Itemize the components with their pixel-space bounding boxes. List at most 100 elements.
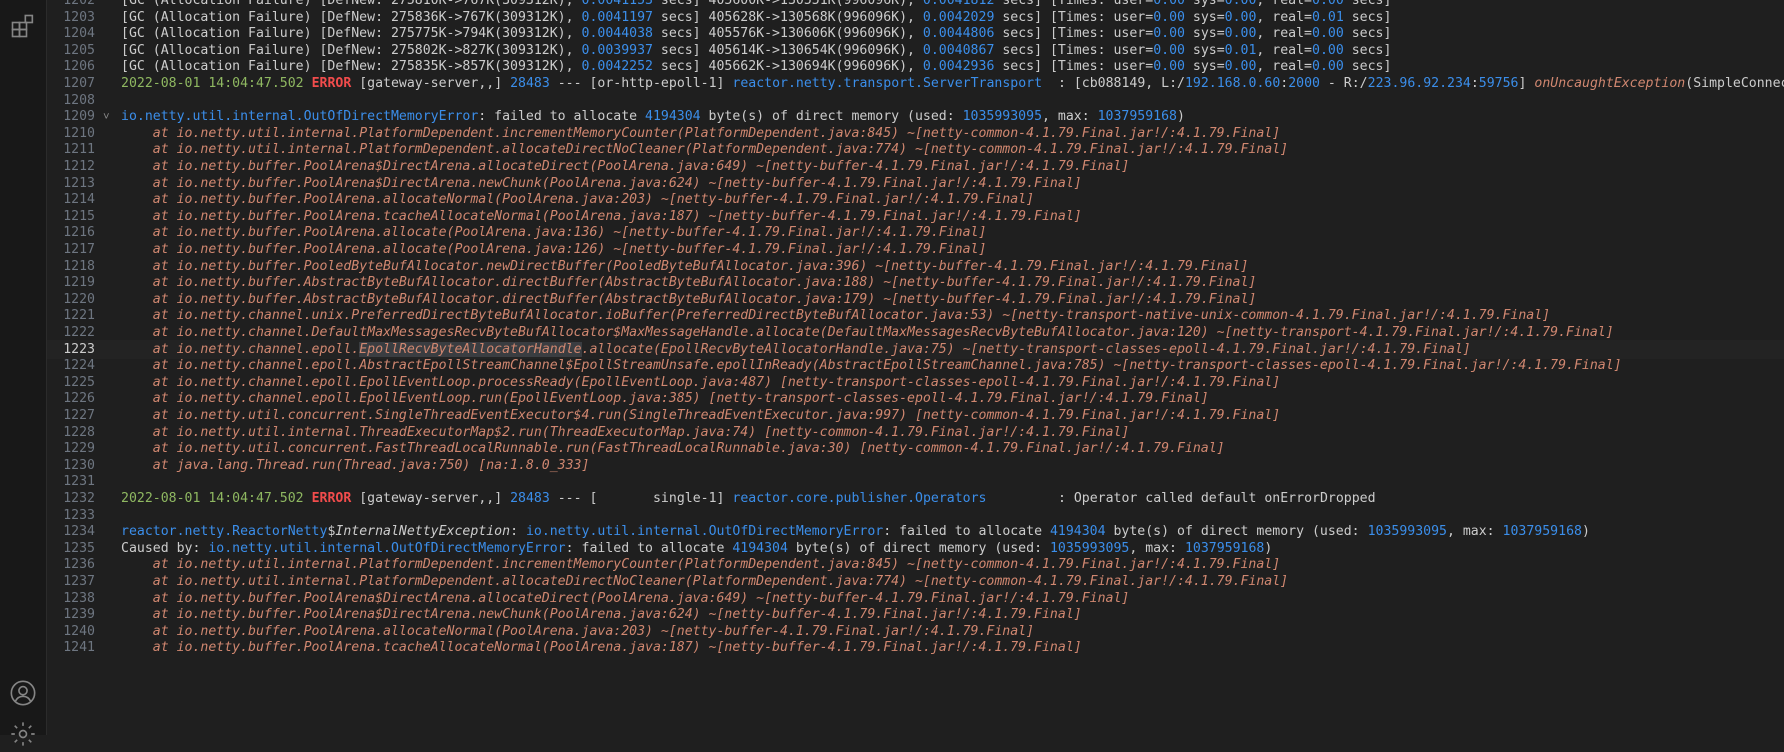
token: at io.netty.channel.epoll.EpollEventLoop… (152, 374, 1281, 390)
token: 0.00 (1224, 26, 1257, 42)
token: 4194304 (732, 540, 788, 556)
token: 2022-08-01 14:04:47.502 (121, 76, 304, 91)
token: 0.01 (1312, 9, 1344, 25)
token: 0.00 (1224, 59, 1257, 75)
token: ) (1581, 524, 1590, 540)
token: at io.netty.buffer.PoolArena$DirectArena… (152, 159, 1130, 174)
token: sys= (1184, 42, 1225, 58)
token: at io.netty.buffer.PoolArena.allocateNor… (152, 623, 1035, 639)
token: 0.00 (1153, 9, 1185, 25)
token: secs] [Times: user= (994, 9, 1154, 25)
token: 0.00 (1153, 26, 1185, 42)
token: 0.00 (1153, 42, 1185, 58)
editor-line[interactable]: 1241 at io.netty.buffer.PoolArena.tcache… (47, 638, 1784, 657)
extensions-icon[interactable] (9, 12, 37, 40)
line-number: 1241 (63, 640, 95, 656)
token: 0.01 (1224, 42, 1257, 58)
token: byte(s) of direct memory (used: (1105, 524, 1368, 540)
token: at io.netty.buffer.PoolArena$DirectArena… (152, 590, 1130, 606)
token: 0.0041197 (581, 9, 653, 25)
token: , max: (1446, 524, 1503, 540)
account-icon[interactable] (9, 679, 37, 707)
token: ) (1177, 109, 1185, 125)
token: 0.00 (1312, 59, 1344, 75)
token: secs] (1343, 26, 1392, 42)
token: at io.netty.buffer.PoolArena$DirectArena… (152, 607, 1082, 623)
token: reactor.netty.transport.ServerTransport (732, 76, 1043, 91)
log-editor[interactable]: 1202 [GC (Allocation Failure) [DefNew: 27… (47, 0, 1784, 735)
token: : Operator called default onErrorDropped (986, 491, 1376, 506)
token: secs] 405614K->130654K(996096K), (652, 42, 923, 58)
token: ] (1518, 76, 1535, 91)
token: : failed to allocate (565, 540, 733, 556)
token: 2000 (1288, 76, 1320, 91)
token: : [cb088149, L:/ (1042, 76, 1185, 91)
token: 1035993095 (962, 109, 1043, 125)
token: , max: (1129, 540, 1185, 556)
token: at io.netty.channel.unix.PreferredDirect… (152, 308, 1551, 324)
token: [gateway-server,,] (351, 76, 511, 91)
token: 0.0042252 (581, 59, 653, 75)
token: secs] (1343, 59, 1392, 75)
token: 0.00 (1312, 26, 1344, 42)
token: secs] 405662K->130694K(996096K), (652, 59, 923, 75)
token: 1037959168 (1184, 540, 1265, 556)
token: , real= (1256, 26, 1312, 42)
token: io.netty.util.internal.OutOfDirectMemory… (525, 524, 884, 540)
token: 0.00 (1224, 9, 1257, 25)
token: at io.netty.buffer.PoolArena.tcacheAlloc… (152, 208, 1082, 224)
token: reactor.netty.ReactorNetty (121, 524, 328, 540)
activity-bar (0, 0, 47, 746)
token: at io.netty.util.internal.PlatformDepend… (152, 125, 1281, 141)
token: 0.0044806 (922, 26, 995, 42)
token: : (1470, 76, 1479, 91)
token: sys= (1184, 26, 1225, 42)
token: 0.0042029 (922, 9, 995, 25)
token: at io.netty.util.internal.ThreadExecutor… (152, 424, 1130, 440)
token: , max: (1042, 109, 1098, 125)
token: , real= (1256, 59, 1312, 75)
token: secs] 405628K->130568K(996096K), (652, 9, 923, 25)
token: at io.netty.buffer.PoolArena.allocate(Po… (152, 242, 987, 257)
token: at io.netty.util.internal.PlatformDepend… (152, 142, 1289, 158)
token: secs] [Times: user= (994, 59, 1154, 75)
token: , real= (1256, 9, 1312, 25)
token: 0.0040867 (922, 42, 995, 58)
token: 192.168.0.60 (1184, 76, 1281, 91)
gear-icon[interactable] (9, 720, 37, 748)
token: io.netty.util.internal.OutOfDirectMemory… (121, 109, 479, 125)
token: --- [ single-1] (549, 491, 733, 506)
token: 1037959168 (1502, 524, 1582, 540)
token: at io.netty.buffer.AbstractByteBufAlloca… (152, 291, 1257, 307)
line-text: at io.netty.buffer.PoolArena.tcacheAlloc… (121, 638, 1082, 657)
token: secs] (1343, 9, 1392, 25)
token: onUncaughtException (1534, 76, 1686, 91)
token: [GC (Allocation Failure) [DefNew: 275836… (121, 9, 582, 25)
token: InternalNettyException (335, 524, 511, 540)
token: : (510, 524, 526, 540)
token: at io.netty.util.concurrent.SingleThread… (152, 408, 1281, 423)
token: 4194304 (645, 109, 701, 125)
token: 28483 (510, 491, 550, 506)
token: at io.netty.buffer.PoolArena$DirectArena… (152, 175, 1082, 191)
token: byte(s) of direct memory (used: (787, 540, 1050, 556)
token: 1035993095 (1367, 524, 1447, 540)
